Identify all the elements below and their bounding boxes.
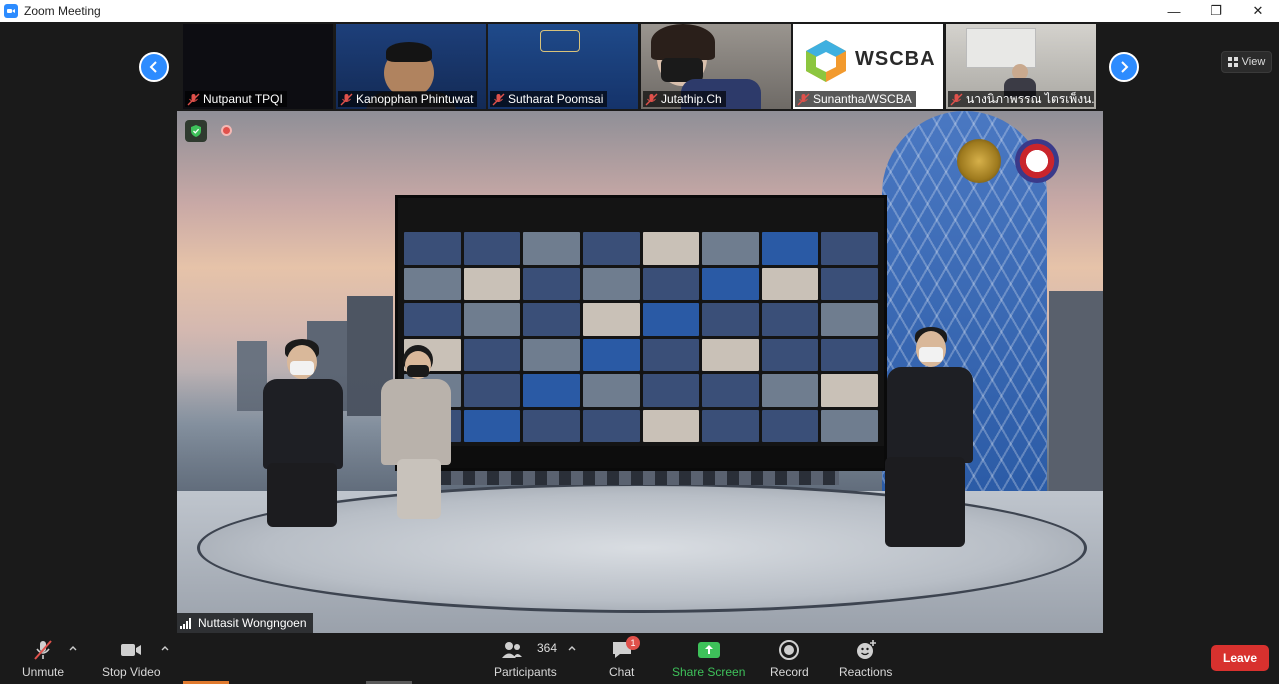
participant-tile[interactable]: Nutpanut TPQI [183,24,333,109]
share-screen-button[interactable]: Share Screen [672,637,745,679]
active-speaker-video[interactable]: Nuttasit Wongngoen [177,111,1103,633]
participant-label: Nutpanut TPQI [185,91,287,107]
participant-name: Kanopphan Phintuwat [356,92,474,106]
share-screen-icon [697,642,720,658]
gallery-next-button[interactable] [1109,52,1139,82]
signal-strength-icon [180,617,194,629]
mic-muted-icon [492,93,505,105]
mic-muted-icon [187,93,200,105]
tpqi-seal-icon [1015,139,1059,183]
participant-label: Sutharat Poomsai [490,91,608,107]
participant-label: นางนิภาพรรณ ไตรเพ็งน... [948,91,1094,107]
title-bar: Zoom Meeting — ❐ ✕ [0,0,1279,22]
chevron-left-icon [149,61,157,73]
participant-tile[interactable]: Sutharat Poomsai [488,24,638,109]
speaker-name: Nuttasit Wongngoen [198,616,307,630]
window-title: Zoom Meeting [24,4,101,18]
participant-name: Nutpanut TPQI [203,92,283,106]
participants-icon [502,642,523,658]
audio-options-chevron-icon[interactable] [68,643,78,653]
wscba-logo-icon [806,40,846,82]
meeting-toolbar: Unmute Stop Video Participants 364 Chat … [0,633,1279,684]
mic-muted-icon [34,640,52,660]
video-options-chevron-icon[interactable] [160,643,170,653]
participant-tile[interactable]: นางนิภาพรรณ ไตรเพ็งน... [946,24,1096,109]
participant-label: Kanopphan Phintuwat [338,91,478,107]
participants-options-chevron-icon[interactable] [567,643,577,653]
unmute-button[interactable]: Unmute [22,637,64,679]
participant-name: Sunantha/WSCBA [813,92,912,106]
speaker-name-label: Nuttasit Wongngoen [177,613,313,633]
mic-muted-icon [340,93,353,105]
record-button[interactable]: Record [770,637,809,679]
stage-screen [395,195,887,471]
mic-muted-icon [645,93,658,105]
presenter-right [877,327,977,557]
mic-muted-icon [950,93,963,105]
grid-view-icon [1227,57,1238,67]
zoom-app-icon [4,4,18,18]
participant-label: Jutathip.Ch [643,91,726,107]
view-button[interactable]: View [1221,51,1272,73]
mic-muted-icon [797,93,810,105]
reactions-button[interactable]: Reactions [839,637,892,679]
participants-count: 364 [537,641,558,655]
participant-label: Sunantha/WSCBA [795,91,916,107]
participant-name: Jutathip.Ch [661,92,722,106]
close-button[interactable]: ✕ [1237,0,1279,22]
presenter-middle [375,345,465,535]
participant-tile[interactable]: WSCBA Sunantha/WSCBA [793,24,943,109]
record-icon [779,640,800,660]
reactions-smiley-icon [856,640,876,659]
participant-tile[interactable]: Kanopphan Phintuwat [336,24,486,109]
chevron-right-icon [1121,61,1129,73]
gallery-strip: Nutpanut TPQI Kanopphan Phintuwat Suthar… [0,22,1279,110]
view-button-label: View [1241,56,1266,68]
gallery-prev-button[interactable] [139,52,169,82]
video-camera-icon [121,644,142,656]
wscba-logo-text: WSCBA [855,48,936,70]
thai-emblem-icon [957,139,1001,183]
minimize-button[interactable]: — [1153,0,1195,22]
leave-button[interactable]: Leave [1211,645,1269,671]
encryption-shield-icon[interactable] [185,120,207,142]
stop-video-button[interactable]: Stop Video [102,637,161,679]
restore-button[interactable]: ❐ [1195,0,1237,22]
participant-tile[interactable]: Jutathip.Ch [641,24,791,109]
presenter-left [257,339,357,539]
recording-indicator-icon [221,125,232,136]
participant-name: นางนิภาพรรณ ไตรเพ็งน... [966,91,1094,106]
participant-name: Sutharat Poomsai [508,92,604,106]
chat-unread-badge: 1 [626,636,640,650]
